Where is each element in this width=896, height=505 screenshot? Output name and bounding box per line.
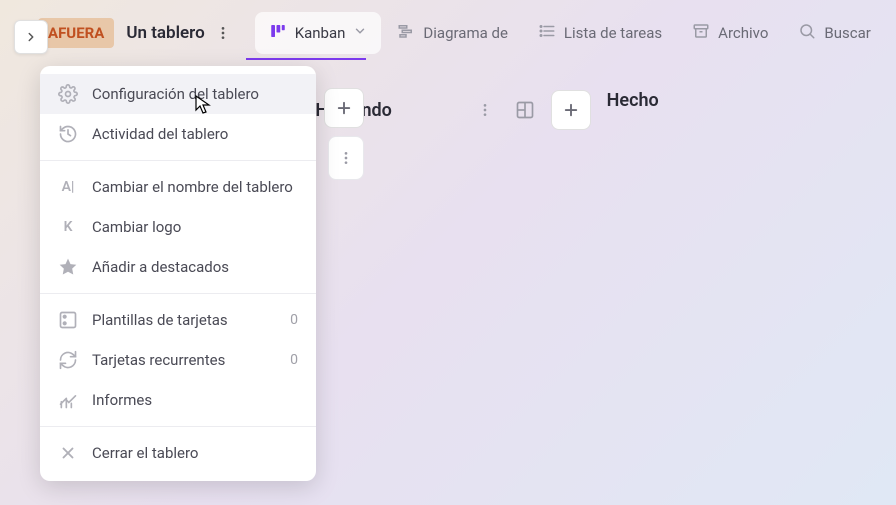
gantt-icon [397,22,415,44]
workspace-tag[interactable]: AFUERA [38,18,114,48]
tab-label: Kanban [295,24,346,42]
menu-item-board-activity[interactable]: Actividad del tablero [40,114,316,154]
search-button[interactable]: Buscar [784,12,884,54]
clock-icon [58,124,78,144]
column-title: Hecho [607,90,882,111]
menu-item-label: Añadir a destacados [92,258,298,276]
menu-item-label: Configuración del tablero [92,85,298,103]
add-card-button[interactable] [324,88,364,128]
more-vertical-icon [215,25,231,41]
close-icon [58,443,78,463]
more-vertical-icon [477,102,493,118]
top-bar: AFUERA Un tablero Kanban Diagrama de Lis… [0,0,896,66]
menu-item-label: Plantillas de tarjetas [92,311,276,329]
menu-item-board-settings[interactable]: Configuración del tablero [40,74,316,114]
menu-item-count: 0 [290,312,298,328]
tab-timeline[interactable]: Diagrama de [383,12,521,54]
plus-icon [335,99,353,117]
view-tabs: Kanban Diagrama de Lista de tareas Archi… [255,12,885,54]
chevron-right-icon [24,30,38,44]
menu-item-reports[interactable]: Informes [40,380,316,420]
add-card-button[interactable] [551,90,591,130]
menu-divider [40,293,316,294]
tab-label: Lista de tareas [564,24,662,42]
board-title[interactable]: Un tablero [126,23,204,43]
menu-item-label: Cambiar logo [92,218,298,236]
menu-item-rename-board[interactable]: A| Cambiar el nombre del tablero [40,167,316,207]
menu-item-label: Informes [92,391,298,409]
menu-item-label: Actividad del tablero [92,125,298,143]
archive-icon [692,22,710,44]
menu-divider [40,160,316,161]
more-vertical-icon [338,150,354,166]
card-menu-button[interactable] [328,136,364,180]
menu-item-recurring-cards[interactable]: Tarjetas recurrentes 0 [40,340,316,380]
logo-icon: K [58,217,78,237]
template-icon [58,310,78,330]
menu-item-change-logo[interactable]: K Cambiar logo [40,207,316,247]
reveal-sidebar-button[interactable] [14,20,48,54]
active-tab-underline [246,58,366,60]
menu-item-close-board[interactable]: Cerrar el tablero [40,433,316,473]
layout-icon [515,100,535,120]
column-layout-button[interactable] [505,90,545,130]
board-menu-button[interactable] [211,17,235,49]
tab-label: Buscar [824,24,870,42]
plus-icon [562,101,580,119]
menu-item-count: 0 [290,352,298,368]
gear-icon [58,84,78,104]
chart-icon [58,390,78,410]
column-done: Hecho [607,90,882,130]
tab-list[interactable]: Lista de tareas [524,12,676,54]
tab-label: Archivo [718,24,768,42]
rename-icon: A| [58,177,78,197]
star-icon [58,257,78,277]
list-icon [538,22,556,44]
board-dropdown-menu: Configuración del tablero Actividad del … [40,66,316,481]
tab-archive[interactable]: Archivo [678,12,782,54]
tab-label: Diagrama de [423,24,507,42]
kanban-icon [269,22,287,44]
chevron-down-icon [353,24,367,42]
menu-item-label: Tarjetas recurrentes [92,351,276,369]
menu-item-add-favorite[interactable]: Añadir a destacados [40,247,316,287]
menu-item-label: Cerrar el tablero [92,444,298,462]
search-icon [798,22,816,44]
menu-item-card-templates[interactable]: Plantillas de tarjetas 0 [40,300,316,340]
menu-item-label: Cambiar el nombre del tablero [92,178,298,196]
refresh-icon [58,350,78,370]
menu-divider [40,426,316,427]
tab-kanban[interactable]: Kanban [255,12,382,54]
column-menu-button[interactable] [471,90,499,130]
